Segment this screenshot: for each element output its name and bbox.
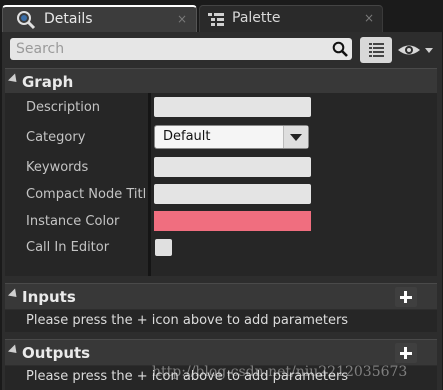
watermark-text: http://blog.csdn.net/niu2212035673 (152, 364, 408, 380)
search-input[interactable] (10, 38, 320, 60)
description-field[interactable] (154, 97, 311, 117)
tab-bar: Details × Palette × (0, 0, 443, 32)
tab-details[interactable]: Details × (2, 5, 197, 32)
inputs-message-row: Please press the + icon above to add par… (5, 310, 437, 332)
outputs-section-header[interactable]: Outputs (5, 339, 437, 365)
keywords-field[interactable] (154, 157, 311, 177)
instance-color-swatch[interactable] (154, 211, 311, 231)
tab-palette-label: Palette (232, 10, 281, 26)
call-in-editor-label: Call In Editor (26, 240, 110, 255)
tab-details-label: Details (44, 11, 93, 27)
inputs-message: Please press the + icon above to add par… (26, 313, 349, 328)
category-dropdown[interactable]: Default (154, 125, 309, 149)
add-input-button[interactable] (395, 287, 417, 307)
tab-details-close-icon[interactable]: × (177, 12, 187, 26)
dropdown-arrow-icon (283, 126, 308, 148)
instance-color-label: Instance Color (26, 214, 120, 229)
category-selected-value: Default (163, 129, 211, 144)
visibility-filter-button[interactable] (397, 40, 439, 60)
list-view-icon (369, 43, 384, 57)
add-output-button[interactable] (395, 343, 417, 363)
keywords-label: Keywords (26, 160, 89, 175)
inputs-section-title: Inputs (22, 288, 76, 306)
graph-section-header[interactable]: Graph (5, 68, 437, 93)
inputs-section-header[interactable]: Inputs (5, 283, 437, 309)
collapse-chevron-icon (7, 344, 21, 357)
compact-node-title-field[interactable] (154, 184, 311, 204)
compact-node-title-label: Compact Node Title (26, 187, 146, 202)
details-magnify-icon (17, 11, 36, 30)
eye-icon (398, 45, 433, 55)
search-box[interactable] (10, 38, 352, 60)
tab-palette[interactable]: Palette × (199, 5, 383, 32)
search-icon[interactable] (332, 41, 348, 57)
graph-section-title: Graph (22, 73, 74, 91)
collapse-chevron-icon (7, 73, 21, 86)
column-splitter[interactable] (148, 93, 151, 276)
palette-list-icon (208, 13, 224, 26)
tab-palette-close-icon[interactable]: × (364, 11, 374, 25)
outputs-section-title: Outputs (22, 344, 91, 362)
collapse-chevron-icon (7, 288, 21, 301)
call-in-editor-checkbox[interactable] (155, 239, 172, 256)
category-label: Category (26, 130, 86, 145)
description-label: Description (26, 100, 101, 115)
view-options-button[interactable] (360, 37, 392, 63)
